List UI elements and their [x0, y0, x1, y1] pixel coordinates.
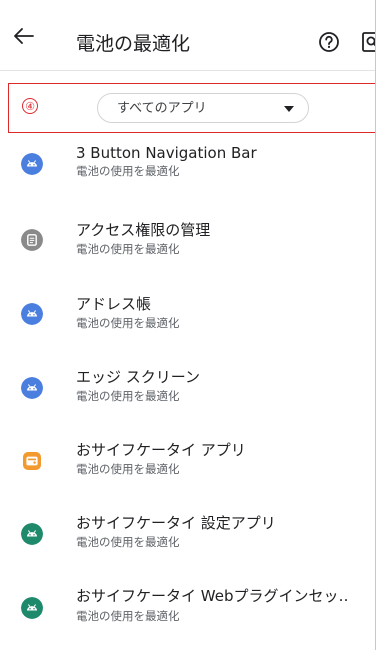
help-icon[interactable]	[318, 31, 340, 53]
list-item[interactable]: おサイフケータイ 設定アプリ 電池の使用を最適化	[0, 493, 375, 562]
app-optimization-status: 電池の使用を最適化	[76, 389, 180, 403]
page-title: 電池の最適化	[76, 33, 191, 55]
list-item[interactable]: アクセス権限の管理 電池の使用を最適化	[0, 217, 375, 286]
app-optimization-status: 電池の使用を最適化	[76, 462, 180, 476]
osaifu-keitai-app-icon	[23, 452, 41, 470]
android-robot-icon	[21, 153, 43, 175]
list-item[interactable]: アドレス帳 電池の使用を最適化	[0, 286, 375, 355]
back-arrow-icon[interactable]	[14, 28, 34, 44]
app-name: おサイフケータイ Webプラグインセッ‥	[76, 587, 349, 605]
app-name: おサイフケータイ 設定アプリ	[76, 514, 276, 532]
app-screen: 電池の最適化 ④ すべてのアプリ 3 Button Navigation Bar…	[0, 0, 376, 650]
android-robot-icon	[21, 303, 43, 325]
app-bar: 電池の最適化	[0, 0, 375, 71]
list-item[interactable]: エッジ スクリーン 電池の使用を最適化	[0, 355, 375, 424]
search-in-page-icon[interactable]	[362, 32, 376, 52]
app-filter-dropdown[interactable]: すべてのアプリ	[97, 93, 309, 123]
app-list: 3 Button Navigation Bar 電池の使用を最適化 アクセス権限…	[0, 144, 375, 631]
app-optimization-status: 電池の使用を最適化	[76, 609, 180, 623]
android-robot-icon	[21, 523, 43, 545]
app-filter-selected-value: すべてのアプリ	[117, 101, 207, 116]
dropdown-caret-icon	[284, 106, 294, 112]
app-optimization-status: 電池の使用を最適化	[76, 535, 180, 549]
step-number-badge: ④	[22, 98, 38, 114]
app-name: アドレス帳	[76, 295, 152, 313]
app-optimization-status: 電池の使用を最適化	[76, 242, 180, 256]
list-item[interactable]: 3 Button Navigation Bar 電池の使用を最適化	[0, 144, 375, 217]
permission-manager-icon	[21, 229, 43, 251]
app-optimization-status: 電池の使用を最適化	[76, 316, 180, 330]
android-robot-icon	[21, 377, 43, 399]
app-name: アクセス権限の管理	[76, 221, 211, 239]
list-item[interactable]: おサイフケータイ Webプラグインセッ‥ 電池の使用を最適化	[0, 562, 375, 631]
app-name: エッジ スクリーン	[76, 368, 201, 386]
app-optimization-status: 電池の使用を最適化	[76, 164, 180, 178]
list-item[interactable]: おサイフケータイ アプリ 電池の使用を最適化	[0, 424, 375, 493]
app-name: おサイフケータイ アプリ	[76, 441, 246, 459]
android-robot-icon	[21, 597, 43, 619]
app-name: 3 Button Navigation Bar	[76, 144, 257, 162]
